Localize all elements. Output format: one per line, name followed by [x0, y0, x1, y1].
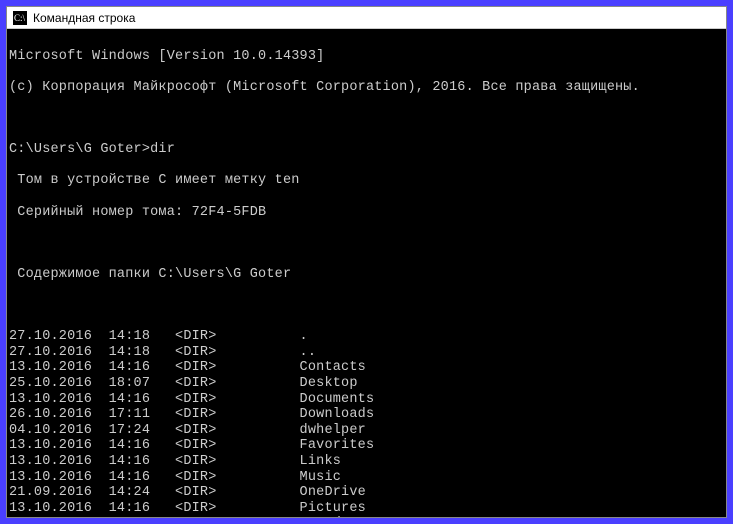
- titlebar[interactable]: C:\ Командная строка: [7, 7, 726, 29]
- prompt-dir: C:\Users\G Goter>dir: [9, 142, 724, 158]
- volume-serial: Серийный номер тома: 72F4-5FDB: [9, 205, 724, 221]
- copyright: (c) Корпорация Майкрософт (Microsoft Cor…: [9, 80, 724, 96]
- dir-entry: 13.10.2016 14:16 <DIR> Pictures: [9, 501, 724, 517]
- dir-entry: 21.09.2016 14:24 <DIR> OneDrive: [9, 485, 724, 501]
- dir-entry: 13.10.2016 14:16 <DIR> Music: [9, 470, 724, 486]
- prompt-path: C:\Users\G Goter>: [9, 142, 150, 157]
- dir-entry: 04.10.2016 17:24 <DIR> dwhelper: [9, 423, 724, 439]
- blank: [9, 298, 724, 314]
- dir-entry: 27.10.2016 14:18 <DIR> .: [9, 329, 724, 345]
- dir-entry: 26.10.2016 17:11 <DIR> Downloads: [9, 407, 724, 423]
- command: dir: [150, 142, 175, 157]
- directory-of: Содержимое папки C:\Users\G Goter: [9, 267, 724, 283]
- svg-text:C:\: C:\: [14, 13, 26, 23]
- dir-listing: 27.10.2016 14:18 <DIR> .27.10.2016 14:18…: [9, 329, 724, 517]
- cmd-window: C:\ Командная строка Microsoft Windows […: [6, 6, 727, 518]
- terminal-output[interactable]: Microsoft Windows [Version 10.0.14393] (…: [7, 29, 726, 517]
- window-title: Командная строка: [33, 11, 135, 25]
- dir-entry: 27.10.2016 14:18 <DIR> ..: [9, 345, 724, 361]
- blank: [9, 111, 724, 127]
- dir-entry: 13.10.2016 14:16 <DIR> Saved Games: [9, 516, 724, 517]
- dir-entry: 13.10.2016 14:16 <DIR> Favorites: [9, 438, 724, 454]
- dir-entry: 25.10.2016 18:07 <DIR> Desktop: [9, 376, 724, 392]
- cmd-icon: C:\: [13, 11, 27, 25]
- dir-entry: 13.10.2016 14:16 <DIR> Documents: [9, 392, 724, 408]
- dir-entry: 13.10.2016 14:16 <DIR> Links: [9, 454, 724, 470]
- blank: [9, 236, 724, 252]
- volume-label: Том в устройстве C имеет метку ten: [9, 173, 724, 189]
- os-version: Microsoft Windows [Version 10.0.14393]: [9, 49, 724, 65]
- dir-entry: 13.10.2016 14:16 <DIR> Contacts: [9, 360, 724, 376]
